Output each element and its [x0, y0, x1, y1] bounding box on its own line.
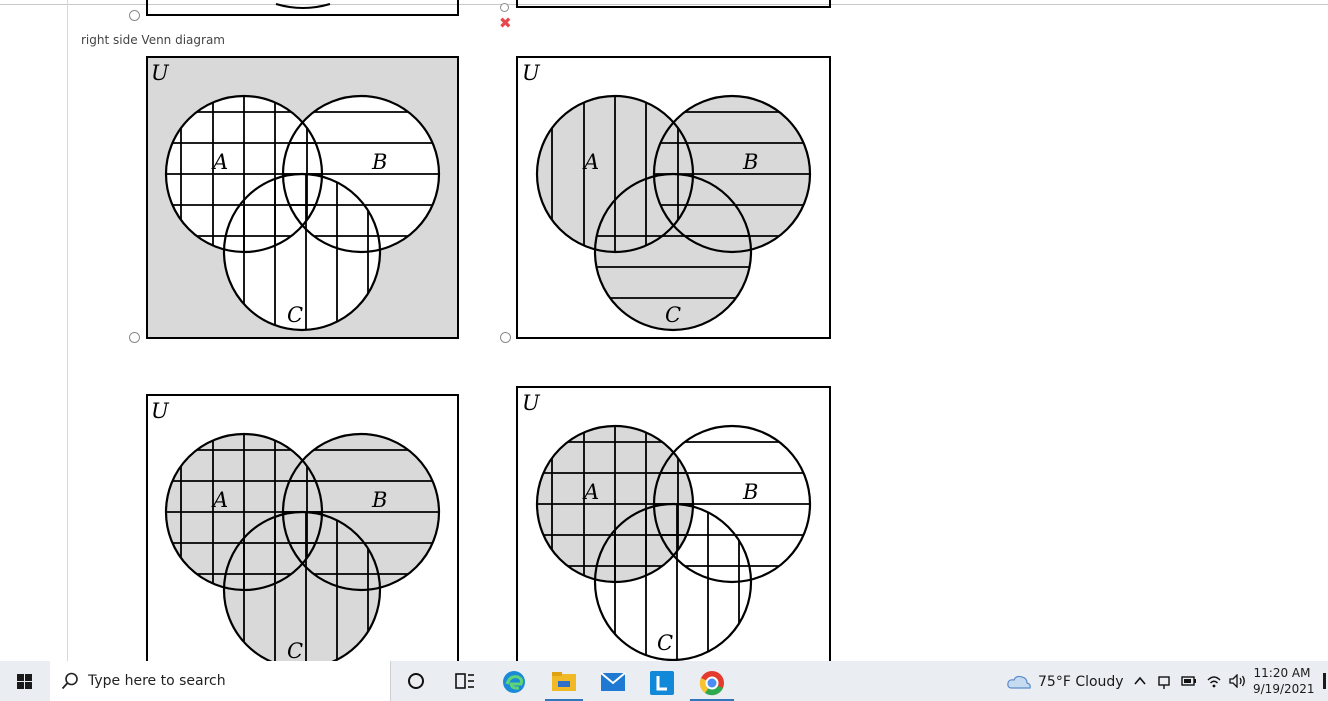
radio-prev-right[interactable] — [500, 3, 509, 12]
edge-icon[interactable] — [502, 670, 526, 694]
radio-prev-left[interactable] — [129, 10, 140, 21]
label-U: U — [151, 61, 170, 85]
weather-text[interactable]: 75°F Cloudy — [1038, 674, 1124, 690]
venn-option-2[interactable]: U A B C — [516, 56, 832, 340]
clock-date: 9/19/2021 — [1253, 682, 1315, 696]
file-explorer-icon[interactable] — [551, 671, 577, 693]
radio-option-2[interactable] — [500, 332, 511, 343]
venn-option-1[interactable]: U A B C — [146, 56, 460, 340]
notification-indicator[interactable] — [1323, 673, 1326, 689]
wifi-icon[interactable] — [1206, 674, 1222, 688]
label-U: U — [522, 61, 541, 85]
label-B: B — [371, 150, 387, 174]
venn-option-3[interactable]: U A B C — [146, 394, 460, 661]
l-app-icon[interactable] — [650, 671, 674, 695]
label-C: C — [665, 303, 681, 327]
cloud-icon — [1007, 675, 1031, 689]
search-placeholder: Type here to search — [88, 673, 226, 689]
chevron-up-icon[interactable] — [1134, 676, 1146, 686]
label-C: C — [287, 639, 303, 661]
task-view-icon[interactable] — [455, 672, 475, 690]
label-B: B — [742, 150, 758, 174]
label-C: C — [287, 303, 303, 327]
label-A: A — [582, 150, 599, 174]
search-icon — [61, 672, 78, 690]
taskbar-clock[interactable]: 11:20 AM 9/19/2021 — [1253, 665, 1315, 697]
radio-option-1[interactable] — [129, 332, 140, 343]
content-left-border — [67, 0, 68, 661]
battery-icon[interactable] — [1181, 676, 1197, 686]
prev-venn-left-partial — [146, 0, 459, 16]
label-A: A — [211, 488, 228, 512]
clock-time: 11:20 AM — [1253, 666, 1311, 680]
taskbar-search-box[interactable]: Type here to search — [50, 661, 391, 701]
windows-start-icon[interactable] — [17, 674, 32, 689]
question-caption: right side Venn diagram — [81, 33, 225, 47]
label-U: U — [522, 391, 541, 415]
prev-venn-right-partial — [516, 0, 831, 8]
label-A: A — [582, 480, 599, 504]
volume-icon[interactable] — [1229, 674, 1247, 688]
label-B: B — [742, 480, 758, 504]
label-U: U — [151, 399, 170, 423]
venn-option-4[interactable]: U A B C — [516, 386, 832, 661]
meet-now-icon[interactable] — [1157, 673, 1171, 691]
label-C: C — [657, 631, 673, 655]
mail-icon[interactable] — [600, 672, 626, 692]
cortana-icon[interactable] — [407, 672, 425, 690]
label-B: B — [371, 488, 387, 512]
label-A: A — [211, 150, 228, 174]
windows-taskbar: Type here to search 75°F Cloudy 11:20 AM… — [0, 661, 1328, 701]
chrome-icon[interactable] — [699, 670, 725, 696]
incorrect-mark-icon: ✖ — [499, 14, 512, 32]
